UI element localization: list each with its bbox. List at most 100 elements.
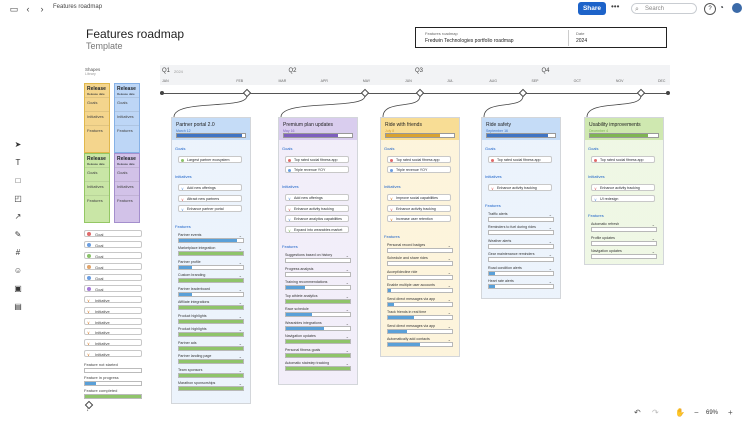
goal-item[interactable]: Top rated social fitness app — [387, 156, 451, 163]
release-header[interactable]: Partner portal 2.0 March 12 — [172, 118, 250, 140]
release-column[interactable]: Premium plan updates May 16 Goals Top rated… — [278, 117, 358, 385]
initiative-item[interactable]: ∨ Increase user retention — [387, 215, 451, 222]
feature-item[interactable]: Race schedule ⌄ — [285, 307, 351, 317]
initiative-label: Expand into wearables market — [294, 227, 343, 232]
feature-item[interactable]: Heart rate alerts ⌄ — [488, 279, 554, 289]
feature-item[interactable]: Team sponsors ⌄ — [178, 368, 244, 378]
feature-item[interactable]: Custom branding ⌄ — [178, 273, 244, 283]
feature-progress-fill — [179, 279, 243, 282]
feature-progress-fill — [388, 289, 392, 292]
feature-item[interactable]: Personal record badges ⌄ — [387, 243, 453, 253]
feature-item[interactable]: Automatically add contacts ⌄ — [387, 337, 453, 347]
initiative-item[interactable]: ∨ Improve social capabilities — [387, 194, 451, 201]
initiative-item[interactable]: ∨ UI redesign — [591, 194, 655, 202]
release-name: Partner portal 2.0 — [176, 122, 215, 128]
release-column[interactable]: Ride with friends July 8 Goals Top rated so… — [380, 117, 460, 357]
feature-item[interactable]: Progress analysis ⌄ — [285, 267, 351, 277]
feature-label: Wearables integrations — [285, 320, 322, 325]
goal-item[interactable]: Top rated social fitness app — [488, 156, 552, 163]
goal-item[interactable]: Triple revenue YOY — [285, 166, 349, 173]
feature-progress-bar — [387, 274, 453, 280]
feature-item[interactable]: Accept/decline ride ⌄ — [387, 270, 453, 280]
feature-label: Automatically add contacts — [387, 337, 430, 341]
hand-tool-icon[interactable]: ✋ — [675, 408, 685, 417]
goal-item[interactable]: Triple revenue YOY — [387, 166, 451, 173]
undo-icon[interactable]: ↶ — [634, 408, 641, 417]
feature-item[interactable]: Send direct messages via app ⌄ — [387, 324, 453, 334]
feature-item[interactable]: Track friends in real time ⌄ — [387, 310, 453, 320]
feature-progress-fill — [388, 343, 420, 346]
goal-item[interactable]: Largest partner ecosystem — [178, 156, 242, 163]
release-header[interactable]: Ride with friends July 8 — [381, 118, 459, 140]
features-heading: Features — [588, 213, 604, 218]
feature-item[interactable]: Send direct messages via app ⌄ — [387, 297, 453, 307]
feature-item[interactable]: Partner ads ⌄ — [178, 341, 244, 351]
feature-item[interactable]: Product highlights ⌄ — [178, 314, 244, 324]
release-column[interactable]: Ride safety September 16 Goals Top rated so… — [481, 117, 561, 299]
feature-item[interactable]: Marketplace integration ⌄ — [178, 246, 244, 256]
feature-item[interactable]: Training recommendations ⌄ — [285, 280, 351, 290]
initiative-item[interactable]: ∨ Enhance activity tracking — [285, 204, 349, 212]
initiative-item[interactable]: ∨ Expand into wearables market — [285, 225, 349, 233]
release-header[interactable]: Usability improvements December 4 — [585, 118, 663, 140]
feature-item[interactable]: Product highlights ⌄ — [178, 327, 244, 337]
feature-item[interactable]: Partner leaderboard ⌄ — [178, 287, 244, 297]
feature-item[interactable]: Automatic stairstep tracking ⌄ — [285, 361, 351, 371]
initiative-label: Increase user retention — [396, 217, 433, 221]
feature-progress-bar — [285, 366, 351, 371]
feature-item[interactable]: Road condition alerts ⌄ — [488, 266, 554, 276]
feature-item[interactable]: Navigation updates ⌄ — [591, 249, 657, 259]
feature-progress-fill — [489, 271, 496, 275]
feature-item[interactable]: Profile updates ⌄ — [591, 236, 657, 246]
release-header[interactable]: Ride safety September 16 — [482, 118, 560, 140]
redo-icon[interactable]: ↷ — [652, 408, 659, 417]
goal-item[interactable]: Top rated social fitness app — [285, 156, 349, 163]
initiative-item[interactable]: ∨ Enhance activity tracking — [591, 184, 655, 191]
feature-item[interactable]: Suggestions based on history ⌄ — [285, 253, 351, 263]
feature-item[interactable]: Partner landing page ⌄ — [178, 354, 244, 364]
feature-item[interactable]: Traffic alerts ⌄ — [488, 212, 554, 222]
initiatives-heading: Initiatives — [175, 174, 192, 179]
feature-progress-fill — [179, 387, 243, 390]
initiative-label: Enhance activity tracking — [497, 186, 537, 190]
feature-item[interactable]: Enable multiple user accounts ⌄ — [387, 283, 453, 293]
zoom-in-icon[interactable]: + — [728, 408, 733, 417]
feature-item[interactable]: Marathon sponsorships ⌄ — [178, 381, 244, 391]
initiative-label: Enhance analytics capabilities — [294, 217, 342, 221]
feature-item[interactable]: Affiliate integrations ⌄ — [178, 300, 244, 310]
feature-item[interactable]: Partner events ⌄ — [178, 233, 244, 243]
goal-item[interactable]: Top rated social fitness app — [591, 156, 655, 163]
zoom-level[interactable]: 69% — [706, 410, 718, 416]
feature-item[interactable]: Gear maintenance reminders ⌄ — [488, 252, 554, 262]
zoom-out-icon[interactable]: − — [694, 408, 699, 417]
feature-item[interactable]: Personal fitness goals ⌄ — [285, 348, 351, 358]
feature-label: Heart rate alerts — [488, 279, 514, 283]
release-column[interactable]: Partner portal 2.0 March 12 Goals Largest p… — [171, 117, 251, 404]
feature-item[interactable]: Reminders to fuel during rides ⌄ — [488, 225, 554, 235]
feature-item[interactable]: Partner profile ⌄ — [178, 260, 244, 270]
feature-progress-bar — [387, 261, 453, 266]
initiative-item[interactable]: ∨ Enhance analytics capabilities — [285, 215, 349, 222]
feature-progress-bar — [285, 258, 351, 263]
release-column[interactable]: Usability improvements December 4 Goals Top… — [584, 117, 664, 265]
feature-progress-fill — [179, 373, 243, 377]
initiative-item[interactable]: ∨ Enhance activity tracking — [488, 184, 552, 191]
initiative-item[interactable]: ∨ Enhance activity tracking — [387, 204, 451, 212]
feature-item[interactable]: Wearables integrations ⌄ — [285, 320, 351, 331]
feature-item[interactable]: Schedule and share rides ⌄ — [387, 256, 453, 266]
initiative-chevron-icon: ∨ — [390, 196, 393, 201]
release-header[interactable]: Premium plan updates May 16 — [279, 118, 357, 140]
feature-item[interactable]: Weather alerts ⌄ — [488, 239, 554, 249]
initiative-item[interactable]: ∨ Add new offerings — [285, 194, 349, 201]
initiative-item[interactable]: ∨ Enhance partner portal — [178, 205, 242, 212]
feature-item[interactable]: Automatic refresh ⌄ — [591, 222, 657, 232]
initiative-item[interactable]: ∨ Attract new partners — [178, 194, 242, 202]
feature-label: Suggestions based on history — [285, 253, 333, 257]
initiative-item[interactable]: ∨ Add new offerings — [178, 184, 242, 191]
feature-item[interactable]: Top athlete analytics ⌄ — [285, 294, 351, 304]
feature-progress-fill — [286, 299, 350, 303]
feature-label: Partner landing page — [178, 354, 212, 358]
feature-item[interactable]: Navigation updates ⌄ — [285, 334, 351, 344]
release-progress-fill — [284, 134, 339, 137]
feature-progress-bar — [285, 298, 351, 304]
